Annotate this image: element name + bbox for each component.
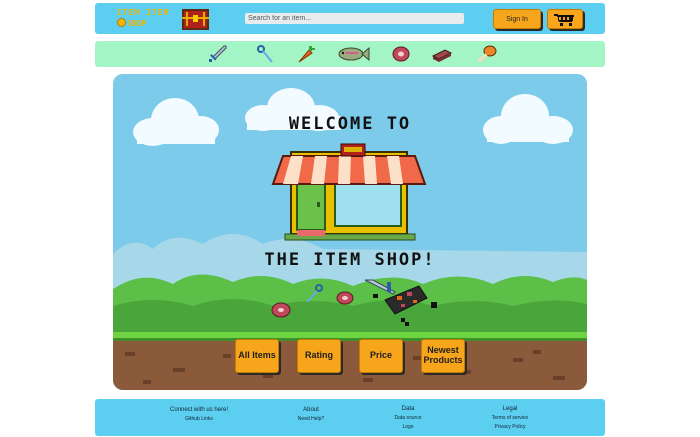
ingot-icon[interactable] [431,44,453,64]
footer-col-legal: Legal Terms of service Privacy Policy [475,406,545,430]
sign-in-button[interactable]: Sign In [493,9,541,29]
footer-heading[interactable]: About [281,407,341,413]
logo-text-top: ITEM ITEM [117,8,170,17]
footer-col-connect: Connect with us here! Github Links [155,407,243,422]
data-source-link[interactable]: Data source [378,415,438,421]
cart-button[interactable] [547,9,583,29]
drumstick-icon[interactable] [476,44,498,64]
price-button[interactable]: Price [359,339,403,373]
hero-banner: WELCOME TO THE ITEM SHOP! All Items Rati… [113,74,587,390]
fish-icon[interactable] [336,44,370,64]
footer-heading: Legal [502,406,518,412]
coin-icon [117,18,126,27]
wand-icon[interactable] [254,44,276,64]
site-footer: Connect with us here! Github Links About… [95,399,605,436]
all-items-button[interactable]: All Items [235,339,279,373]
terms-link[interactable]: Terms of service [475,415,545,421]
github-link[interactable]: Github Links [155,416,243,422]
footer-col-data: Data Data source Logo [378,406,438,430]
hero-title-top: WELCOME TO [288,114,412,134]
logo-link[interactable]: Logo [378,424,438,430]
footer-heading: Connect with us here! [169,407,229,413]
carrot-icon[interactable] [295,44,317,64]
footer-heading: Data [401,406,415,412]
search-input[interactable] [245,13,464,24]
top-header: ITEM ITEM SHOP Sign In [95,3,605,34]
footer-col-about: About Need Help? [281,407,341,422]
newest-products-button[interactable]: Newest Products [421,339,465,373]
category-bar [95,41,605,67]
shop-building-illustration [271,143,427,241]
meat-icon[interactable] [390,44,412,64]
privacy-link[interactable]: Privacy Policy [475,424,545,430]
shopping-cart-icon [554,14,574,26]
site-logo[interactable]: ITEM ITEM SHOP [113,6,173,30]
hero-title-bottom: THE ITEM SHOP! [264,250,436,270]
rating-button[interactable]: Rating [297,339,341,373]
sword-icon[interactable] [206,44,228,64]
treasure-chest-icon [182,9,209,30]
logo-text-bottom: SHOP [127,19,147,28]
help-link[interactable]: Need Help? [281,416,341,422]
